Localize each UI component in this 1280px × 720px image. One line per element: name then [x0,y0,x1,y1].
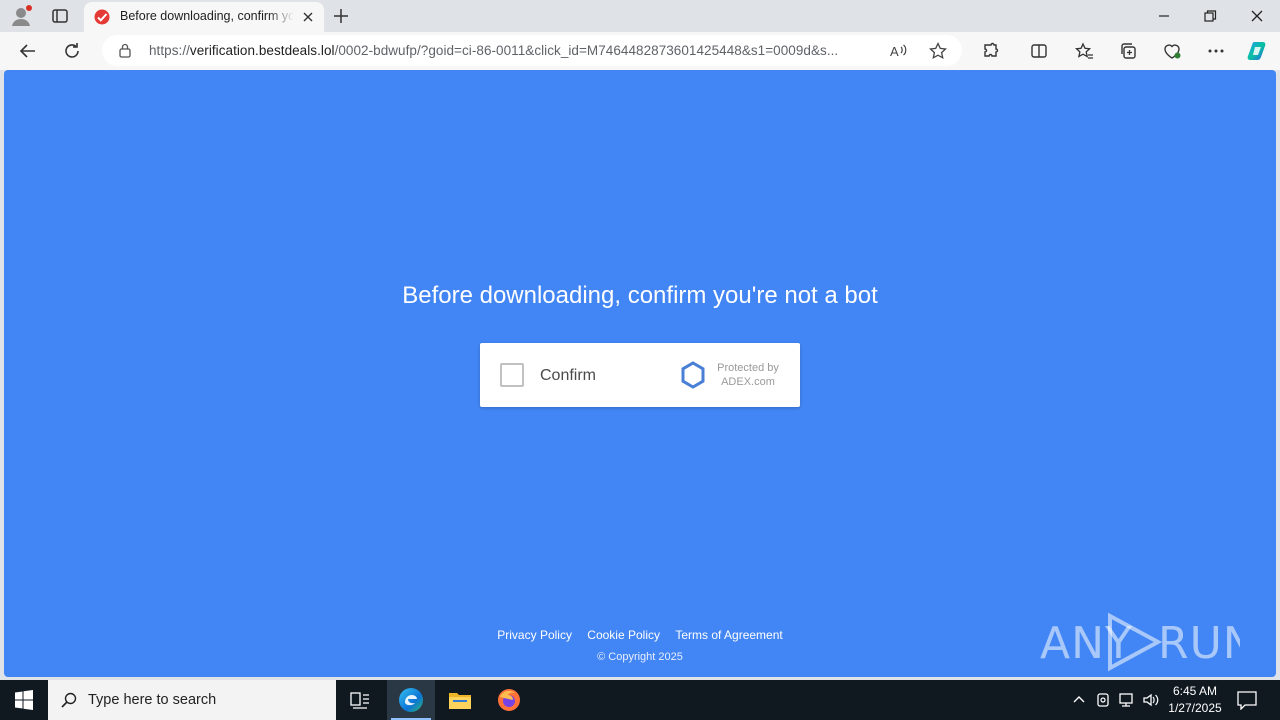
clock-time: 6:45 AM [1172,684,1218,698]
close-tab-icon[interactable] [300,9,316,25]
browser-toolbar: https://verification.bestdeals.lol/0002-… [0,32,1280,70]
privacy-policy-link[interactable]: Privacy Policy [497,628,572,642]
windows-taskbar: Type here to search 6:45 AM 1/27/2025 [0,680,1280,720]
task-view-button[interactable] [336,680,384,720]
split-screen-icon[interactable] [1029,41,1049,61]
taskbar-firefox[interactable] [485,680,533,720]
restore-icon[interactable] [1200,6,1220,26]
protected-by-text: Protected by ADEX.com [710,361,786,389]
firefox-icon [498,689,520,711]
task-view-icon [350,692,369,709]
minimize-icon[interactable] [1154,6,1174,26]
close-window-icon[interactable] [1247,6,1267,26]
windows-start-icon[interactable] [0,680,48,720]
favorite-star-icon[interactable] [928,41,948,61]
clock-date: 1/27/2025 [1168,701,1222,715]
tab-title: Before downloading, confirm you're not a… [120,9,294,23]
copilot-icon[interactable] [1246,39,1270,63]
edge-browser-icon [399,688,423,712]
hexagon-logo-icon [681,361,705,389]
system-clock[interactable]: 6:45 AM 1/27/2025 [1160,683,1230,717]
search-icon [61,692,77,708]
new-tab-icon[interactable] [331,6,351,26]
terms-link[interactable]: Terms of Agreement [675,628,782,642]
taskbar-search[interactable]: Type here to search [48,680,336,720]
tab-actions-icon[interactable] [50,6,70,26]
url-text[interactable]: https://verification.bestdeals.lol/0002-… [149,43,838,58]
browser-essentials-icon[interactable] [1162,41,1182,61]
network-icon[interactable] [1118,691,1136,709]
url-path: /0002-bdwufp/?goid=ci-86-0011&click_id=M… [334,43,839,58]
watermark-run: RUN [1158,618,1240,669]
device-icon[interactable] [1094,691,1112,709]
favorites-icon[interactable] [1074,41,1094,61]
anyrun-watermark: ANY RUN [1040,612,1240,672]
more-options-icon[interactable] [1206,41,1226,61]
extensions-icon[interactable] [981,41,1001,61]
search-placeholder: Type here to search [88,692,217,708]
url-host: verification.bestdeals.lol [189,43,335,58]
url-scheme: https:// [149,43,190,58]
taskbar-file-explorer[interactable] [436,680,484,720]
address-bar[interactable]: https://verification.bestdeals.lol/0002-… [102,35,962,66]
folder-icon [449,693,471,709]
profile-avatar-icon[interactable] [10,5,32,27]
show-hidden-icons-icon[interactable] [1070,691,1088,709]
browser-tab-strip: Before downloading, confirm you're not a… [0,0,1280,32]
refresh-icon[interactable] [62,41,82,61]
active-tab[interactable]: Before downloading, confirm you're not a… [84,2,324,32]
checkmark-favicon-icon [94,9,110,25]
collections-icon[interactable] [1118,41,1138,61]
page-viewport: Before downloading, confirm you're not a… [4,70,1276,677]
page-heading: Before downloading, confirm you're not a… [402,282,878,309]
back-arrow-icon[interactable] [18,41,38,61]
protected-line: Protected by [717,362,779,374]
protected-provider: ADEX.com [721,376,775,388]
volume-icon[interactable] [1142,691,1160,709]
notifications-icon[interactable] [1236,690,1258,710]
cookie-policy-link[interactable]: Cookie Policy [587,628,660,642]
svg-text:A: A [890,44,899,59]
taskbar-edge[interactable] [387,680,435,720]
read-aloud-icon[interactable]: A [888,41,908,61]
confirm-checkbox[interactable] [500,363,524,387]
lock-icon[interactable] [118,43,132,58]
captcha-widget: Confirm Protected by ADEX.com [480,343,800,407]
confirm-label[interactable]: Confirm [540,367,596,385]
